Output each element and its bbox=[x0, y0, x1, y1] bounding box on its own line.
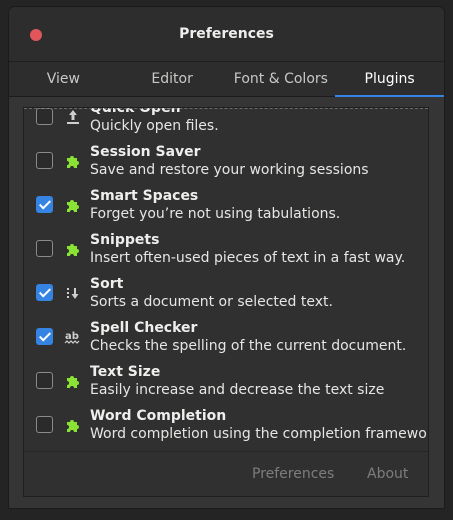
plugin-name: Sort bbox=[90, 276, 124, 292]
plugin-description: Checks the spelling of the current docum… bbox=[90, 338, 407, 354]
close-window-button[interactable] bbox=[30, 29, 42, 41]
plugin-actions-bar: Preferences About bbox=[24, 451, 428, 496]
plugin-name: Session Saver bbox=[90, 144, 201, 160]
tab-editor[interactable]: Editor bbox=[118, 62, 227, 96]
plugin-description: Forget you’re not using tabulations. bbox=[90, 206, 341, 222]
titlebar: Preferences bbox=[9, 7, 444, 61]
plugin-row-word-completion[interactable]: Word Completion Word completion using th… bbox=[24, 403, 428, 447]
plugin-row-sort[interactable]: Sort Sorts a document or selected text. bbox=[24, 271, 428, 315]
plugin-checkbox[interactable] bbox=[36, 152, 53, 169]
preferences-window: Preferences View Editor Font & Colors Pl… bbox=[8, 6, 445, 509]
plugin-checkbox[interactable] bbox=[36, 108, 53, 125]
plugin-description: Insert often-used pieces of text in a fa… bbox=[90, 250, 406, 266]
plugin-checkbox[interactable] bbox=[36, 372, 53, 389]
plugin-checkbox[interactable] bbox=[36, 284, 53, 301]
puzzle-icon bbox=[64, 196, 82, 214]
plugin-checkbox[interactable] bbox=[36, 196, 53, 213]
plugin-name: Smart Spaces bbox=[90, 188, 199, 204]
plugin-description: Easily increase and decrease the text si… bbox=[90, 382, 385, 398]
tab-bar: View Editor Font & Colors Plugins bbox=[9, 61, 444, 97]
plugin-row-snippets[interactable]: Snippets Insert often-used pieces of tex… bbox=[24, 227, 428, 271]
puzzle-icon bbox=[64, 240, 82, 258]
plugin-name: Text Size bbox=[90, 364, 161, 380]
plugin-name: Spell Checker bbox=[90, 320, 198, 336]
plugins-panel: Quick Open Quickly open files. Session S… bbox=[23, 107, 429, 497]
plugin-name: Snippets bbox=[90, 232, 160, 248]
tab-view[interactable]: View bbox=[9, 62, 118, 96]
plugin-checkbox[interactable] bbox=[36, 416, 53, 433]
plugin-preferences-button[interactable]: Preferences bbox=[252, 466, 334, 482]
plugin-row-text-size[interactable]: Text Size Easily increase and decrease t… bbox=[24, 359, 428, 403]
puzzle-icon bbox=[64, 152, 82, 170]
plugin-description: Save and restore your working sessions bbox=[90, 162, 369, 178]
window-title: Preferences bbox=[179, 26, 274, 42]
plugin-description: Word completion using the completion fra… bbox=[90, 426, 428, 442]
plugin-row-smart-spaces[interactable]: Smart Spaces Forget you’re not using tab… bbox=[24, 183, 428, 227]
sort-icon bbox=[64, 284, 82, 302]
plugin-checkbox[interactable] bbox=[36, 328, 53, 345]
tab-plugins[interactable]: Plugins bbox=[335, 62, 444, 97]
plugin-about-button[interactable]: About bbox=[367, 466, 408, 482]
plugin-description: Quickly open files. bbox=[90, 118, 219, 134]
plugin-name: Word Completion bbox=[90, 408, 227, 424]
plugin-list[interactable]: Quick Open Quickly open files. Session S… bbox=[24, 108, 428, 453]
tab-font-colors[interactable]: Font & Colors bbox=[227, 62, 336, 96]
plugin-description: Sorts a document or selected text. bbox=[90, 294, 333, 310]
puzzle-icon bbox=[64, 372, 82, 390]
spellcheck-icon: ab bbox=[64, 328, 82, 346]
arrow-up-icon bbox=[64, 108, 82, 126]
puzzle-icon bbox=[64, 416, 82, 434]
plugin-row-spell-checker[interactable]: ab Spell Checker Checks the spelling of … bbox=[24, 315, 428, 359]
plugin-checkbox[interactable] bbox=[36, 240, 53, 257]
plugin-name: Quick Open bbox=[90, 108, 181, 116]
plugin-row-quick-open[interactable]: Quick Open Quickly open files. bbox=[24, 108, 428, 139]
plugin-row-session-saver[interactable]: Session Saver Save and restore your work… bbox=[24, 139, 428, 183]
